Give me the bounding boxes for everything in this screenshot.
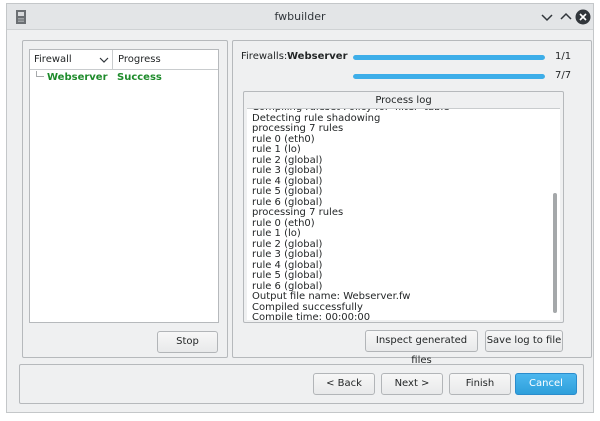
finish-button[interactable]: Finish [449, 373, 511, 395]
process-log-group: Process log Compiling ruleset Policy for… [243, 91, 564, 323]
firewall-progress-bar [353, 55, 545, 60]
process-log-text[interactable]: Compiling ruleset Policy for 'filter' ta… [247, 108, 560, 320]
rule-progress-bar [353, 74, 545, 79]
firewall-name: Webserver [47, 72, 108, 83]
header-firewall-label: Firewall [34, 54, 72, 65]
firewalls-label: Firewalls: [241, 51, 288, 62]
log-line: Compile time: 00:00:00 [252, 312, 371, 320]
maximize-icon[interactable] [558, 9, 574, 25]
firewall-status: Success [117, 72, 162, 83]
next-button[interactable]: Next > [381, 373, 443, 395]
current-firewall: Webserver [287, 51, 348, 62]
log-line: rule 5 (global) [252, 270, 323, 281]
cancel-button[interactable]: Cancel [515, 373, 577, 395]
stop-button[interactable]: Stop [157, 331, 218, 353]
minimize-icon[interactable] [539, 9, 555, 25]
tree-header: Firewall Progress [30, 50, 218, 70]
header-progress[interactable]: Progress [118, 54, 161, 65]
fwbuilder-window: fwbuilder Firewall Progress Webserver Su… [6, 3, 594, 413]
log-scrollbar[interactable] [553, 193, 557, 313]
log-line: rule 5 (global) [252, 186, 323, 197]
log-line: processing 7 rules [252, 207, 344, 218]
chevron-down-icon[interactable] [99, 55, 109, 65]
log-line: rule 1 (lo) [252, 144, 301, 155]
log-line: rule 3 (global) [252, 249, 323, 260]
firewall-progress-fill [353, 55, 545, 60]
log-line: processing 7 rules [252, 123, 344, 134]
log-lines: Compiling ruleset Policy for 'filter' ta… [252, 109, 449, 320]
firewall-tree[interactable]: Firewall Progress Webserver Success [29, 49, 219, 323]
wizard-navigation: < Back Next > Finish Cancel [19, 364, 584, 404]
inspect-generated-files-button[interactable]: Inspect generated files [365, 330, 478, 366]
process-log-title: Process log [375, 95, 432, 106]
progress-panel: Firewalls: Webserver 1/1 7/7 Process log… [232, 40, 592, 366]
tree-row[interactable]: Webserver Success [30, 71, 218, 85]
rule-progress-fill [353, 74, 545, 79]
title-bar[interactable]: fwbuilder [7, 4, 593, 30]
firewall-list-panel: Firewall Progress Webserver Success Stop [22, 40, 228, 358]
tree-branch-line [36, 71, 44, 77]
rule-progress-count: 7/7 [555, 70, 572, 81]
save-log-button[interactable]: Save log to file [485, 330, 563, 352]
back-button[interactable]: < Back [313, 373, 375, 395]
firewall-progress-count: 1/1 [555, 51, 572, 62]
log-line: Output file name: Webserver.fw [252, 291, 411, 302]
close-icon[interactable] [575, 9, 591, 25]
log-line: rule 3 (global) [252, 165, 323, 176]
header-firewall[interactable]: Firewall [30, 50, 113, 70]
window-title: fwbuilder [274, 10, 326, 23]
log-line: rule 1 (lo) [252, 228, 301, 239]
